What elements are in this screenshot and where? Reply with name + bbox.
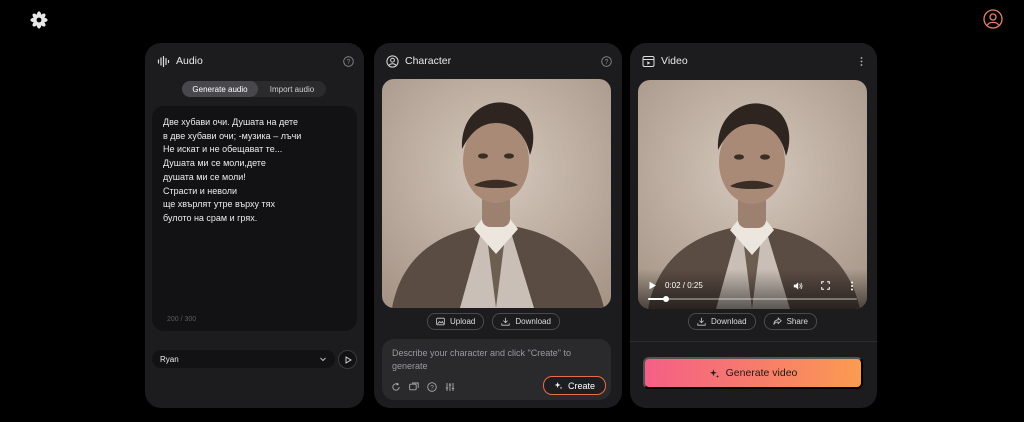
svg-text:?: ? [430,384,434,391]
panel-divider [630,341,877,342]
sparkle-icon [709,368,720,379]
video-controls: 0:02 / 0:25 [638,269,867,309]
tab-import-audio[interactable]: Import audio [258,81,326,97]
voice-select-value: Ryan [160,354,179,364]
video-actions: Download Share [688,313,817,330]
upload-image-icon [436,317,445,326]
download-icon [697,317,706,326]
character-portrait-image [382,79,611,308]
play-icon[interactable] [648,281,657,290]
video-panel-title: Video [661,55,688,67]
script-line: Страсти и неволи [163,185,238,196]
prompt-tools: ? [391,382,455,392]
user-account-icon[interactable] [983,9,1003,29]
svg-text:?: ? [605,59,609,66]
character-actions: Upload Download [427,313,560,330]
script-line: булото на срам и грях. [163,212,258,223]
chevron-down-icon [319,355,327,363]
character-panel: Character ? Upload Download Describe you… [374,43,622,408]
download-video-button[interactable]: Download [688,313,756,330]
audio-script-textarea[interactable]: Две хубави очи. Душата на дете в две хуб… [152,106,357,331]
character-panel-header: Character ? [386,54,612,68]
audio-panel-title: Audio [176,55,203,67]
audio-panel-header: Audio ? [157,54,354,68]
script-line: в две хубави очи; -музика – лъчи [163,130,302,141]
create-button[interactable]: Create [543,376,606,395]
waveform-icon [157,55,170,68]
download-icon [501,317,510,326]
script-line: Две хубави очи. Душата на дете [163,117,298,127]
video-progress-handle[interactable] [663,296,670,302]
sparkle-icon [554,381,563,390]
image-swap-icon[interactable] [409,382,419,392]
upload-button-label: Upload [450,317,476,326]
script-line: душата ми се моли! [163,171,246,182]
app-logo-icon[interactable] [30,11,48,29]
video-time: 0:02 / 0:25 [665,281,703,290]
help-icon[interactable]: ? [427,382,437,392]
character-counter: 200 / 300 [167,316,197,323]
generate-video-button[interactable]: Generate video [643,357,863,389]
video-player[interactable]: 0:02 / 0:25 [638,80,867,309]
video-panel: Video 0:02 / 0:25 Download Share Generat… [630,43,877,408]
character-panel-title: Character [405,55,452,67]
share-button[interactable]: Share [763,313,817,330]
tab-generate-audio[interactable]: Generate audio [182,81,258,97]
script-line: Душата ми се моли,дете [163,158,266,169]
create-button-label: Create [567,380,595,391]
script-line: ще хвърлят утре върху тях [163,199,276,210]
download-button-label: Download [515,317,551,326]
download-image-button[interactable]: Download [492,313,560,330]
more-vertical-icon[interactable] [856,56,867,67]
play-audio-button[interactable] [338,350,357,369]
refresh-icon[interactable] [391,382,401,392]
download-video-label: Download [711,317,747,326]
share-icon [772,317,782,326]
prompt-placeholder: Describe your character and click "Creat… [392,348,571,371]
more-vertical-icon[interactable] [850,281,854,291]
audio-panel: Audio ? Generate audio Import audio Две … [145,43,364,408]
video-progress-track[interactable] [648,296,857,302]
settings-sliders-icon[interactable] [445,382,455,392]
audio-mode-tabs: Generate audio Import audio [182,81,326,97]
volume-icon[interactable] [793,281,803,291]
help-icon[interactable]: ? [343,55,354,67]
svg-text:?: ? [347,59,351,66]
voice-select[interactable]: Ryan [152,350,335,368]
share-button-label: Share [786,317,808,326]
video-icon [642,55,655,68]
upload-button[interactable]: Upload [427,313,485,330]
play-icon [344,355,352,364]
video-panel-header: Video [642,54,867,68]
help-icon[interactable]: ? [601,55,612,67]
generate-video-label: Generate video [725,367,798,379]
user-circle-icon [386,54,399,68]
character-prompt-input[interactable]: Describe your character and click "Creat… [382,339,611,400]
fullscreen-icon[interactable] [821,281,830,290]
script-line: Не искат и не обещават те... [163,144,283,155]
